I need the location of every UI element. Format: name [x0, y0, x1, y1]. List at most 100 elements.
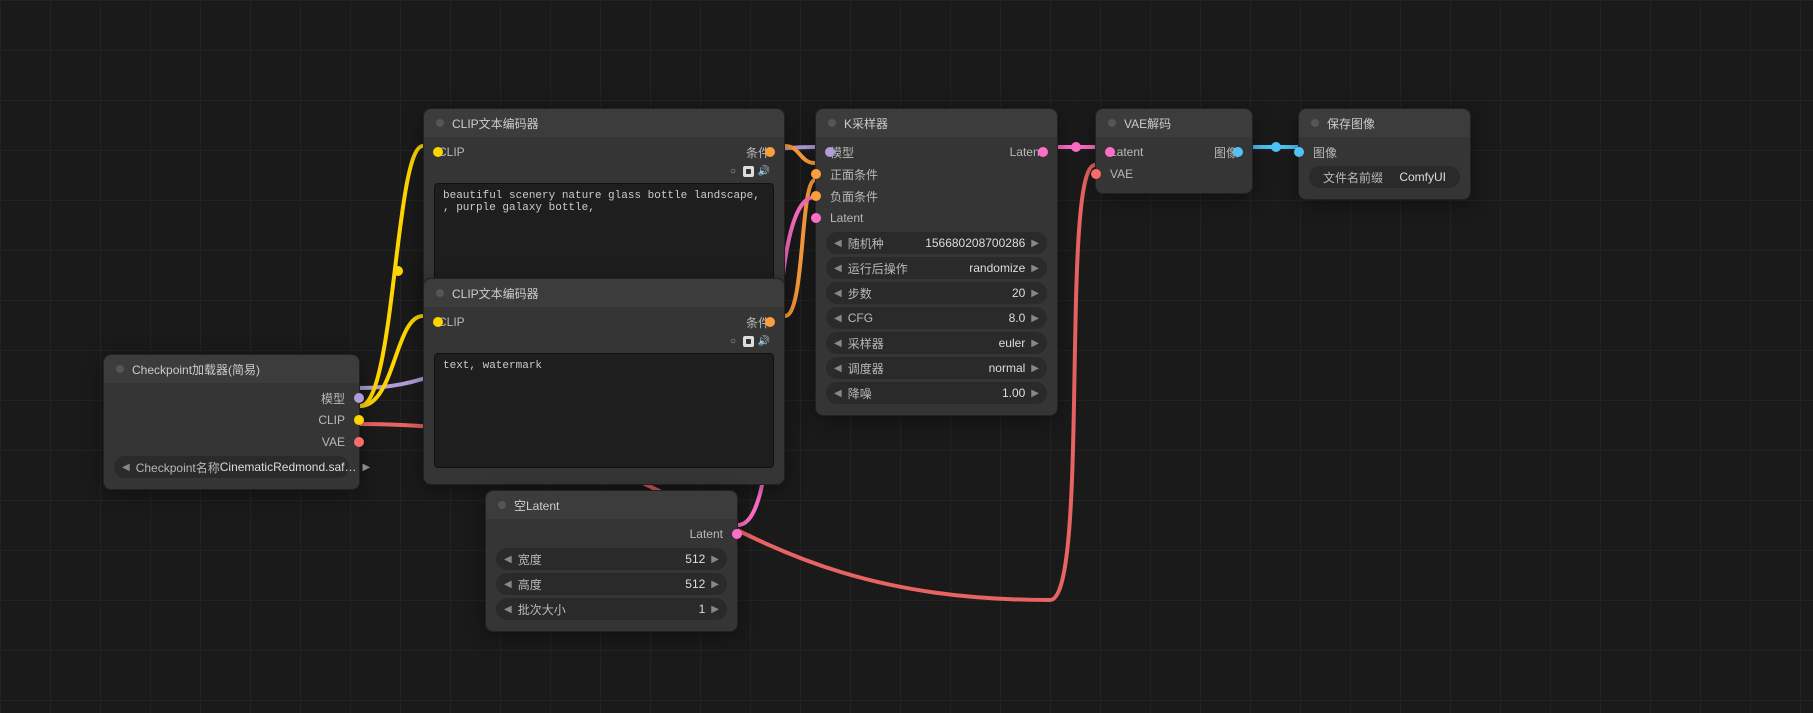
node-title: K采样器	[844, 115, 888, 132]
collapse-dot-icon[interactable]	[436, 119, 444, 127]
node-clip-text-encode-negative[interactable]: CLIP文本编码器 CLIP 条件 ○ 🔊 text, watermark	[423, 278, 785, 485]
port-icon[interactable]	[354, 415, 364, 425]
node-header[interactable]: 保存图像	[1299, 109, 1470, 137]
prev-arrow-icon[interactable]: ◀	[122, 462, 130, 473]
ksampler-widget-5[interactable]: ◀调度器normal▶	[826, 357, 1047, 379]
prev-arrow-icon[interactable]: ◀	[504, 579, 512, 590]
port-icon[interactable]	[811, 191, 821, 201]
prev-arrow-icon[interactable]: ◀	[834, 388, 842, 399]
ksampler-widget-3[interactable]: ◀CFG8.0▶	[826, 307, 1047, 329]
node-checkpoint-loader[interactable]: Checkpoint加载器(简易) 模型 CLIP VAE ◀ Checkpoi…	[103, 354, 360, 490]
input-image-slot[interactable]: 图像	[1299, 141, 1470, 163]
output-conditioning-slot[interactable]: 条件	[746, 314, 770, 331]
output-latent-slot[interactable]: Latent	[486, 523, 737, 545]
input-clip-slot[interactable]: CLIP	[438, 315, 465, 329]
prev-arrow-icon[interactable]: ◀	[834, 238, 842, 249]
input-negative-slot[interactable]: 负面条件	[816, 185, 1057, 207]
output-latent-slot[interactable]: Latent	[1010, 145, 1043, 159]
port-icon[interactable]	[1294, 147, 1304, 157]
speaker-icon[interactable]: 🔊	[758, 335, 770, 347]
node-header[interactable]: CLIP文本编码器	[424, 109, 784, 137]
input-clip-slot[interactable]: CLIP	[438, 145, 465, 159]
next-arrow-icon[interactable]: ▶	[362, 462, 370, 473]
node-empty-latent[interactable]: 空Latent Latent ◀宽度512▶ ◀高度512▶ ◀批次大小1▶	[485, 490, 738, 632]
empty-latent-widget-0[interactable]: ◀宽度512▶	[496, 548, 727, 570]
next-arrow-icon[interactable]: ▶	[1031, 338, 1039, 349]
port-icon[interactable]	[1233, 147, 1243, 157]
node-header[interactable]: K采样器	[816, 109, 1057, 137]
next-arrow-icon[interactable]: ▶	[1031, 363, 1039, 374]
port-icon[interactable]	[1038, 147, 1048, 157]
prev-arrow-icon[interactable]: ◀	[834, 313, 842, 324]
next-arrow-icon[interactable]: ▶	[1031, 238, 1039, 249]
port-icon[interactable]	[825, 147, 835, 157]
ksampler-widget-2[interactable]: ◀步数20▶	[826, 282, 1047, 304]
next-arrow-icon[interactable]: ▶	[711, 554, 719, 565]
input-model-slot[interactable]: 模型	[830, 144, 854, 161]
prev-arrow-icon[interactable]: ◀	[834, 363, 842, 374]
collapse-dot-icon[interactable]	[436, 289, 444, 297]
input-latent-slot[interactable]: Latent	[1110, 145, 1143, 159]
next-arrow-icon[interactable]: ▶	[1031, 288, 1039, 299]
next-arrow-icon[interactable]: ▶	[1031, 263, 1039, 274]
port-icon[interactable]	[732, 529, 742, 539]
port-icon[interactable]	[354, 393, 364, 403]
ksampler-widget-1[interactable]: ◀运行后操作randomize▶	[826, 257, 1047, 279]
port-icon[interactable]	[433, 317, 443, 327]
prev-arrow-icon[interactable]: ◀	[504, 604, 512, 615]
node-header[interactable]: CLIP文本编码器	[424, 279, 784, 307]
empty-latent-widget-2[interactable]: ◀批次大小1▶	[496, 598, 727, 620]
port-icon[interactable]	[354, 437, 364, 447]
speaker-icon[interactable]: 🔊	[758, 165, 770, 177]
next-arrow-icon[interactable]: ▶	[1031, 388, 1039, 399]
next-arrow-icon[interactable]: ▶	[711, 604, 719, 615]
checkpoint-name-widget[interactable]: ◀ Checkpoint名称 CinematicRedmond.saf… ▶	[114, 456, 349, 478]
prev-arrow-icon[interactable]: ◀	[834, 338, 842, 349]
circle-icon[interactable]: ○	[727, 335, 739, 347]
prev-arrow-icon[interactable]: ◀	[504, 554, 512, 565]
input-positive-slot[interactable]: 正面条件	[816, 163, 1057, 185]
filename-prefix-widget[interactable]: 文件名前缀 ComfyUI	[1309, 166, 1460, 188]
prompt-textarea[interactable]: beautiful scenery nature glass bottle la…	[434, 183, 774, 283]
node-save-image[interactable]: 保存图像 图像 文件名前缀 ComfyUI	[1298, 108, 1471, 200]
output-clip-slot[interactable]: CLIP	[104, 409, 359, 431]
next-arrow-icon[interactable]: ▶	[711, 579, 719, 590]
input-vae-slot[interactable]: VAE	[1096, 163, 1252, 185]
collapse-dot-icon[interactable]	[1108, 119, 1116, 127]
collapse-dot-icon[interactable]	[828, 119, 836, 127]
collapse-dot-icon[interactable]	[116, 365, 124, 373]
ksampler-widget-6[interactable]: ◀降噪1.00▶	[826, 382, 1047, 404]
port-icon[interactable]	[1091, 169, 1101, 179]
output-conditioning-slot[interactable]: 条件	[746, 144, 770, 161]
output-toggles[interactable]: ○ 🔊	[727, 165, 770, 177]
node-clip-text-encode-positive[interactable]: CLIP文本编码器 CLIP 条件 ○ 🔊 beautiful scenery …	[423, 108, 785, 300]
prev-arrow-icon[interactable]: ◀	[834, 288, 842, 299]
ksampler-widget-4[interactable]: ◀采样器euler▶	[826, 332, 1047, 354]
port-icon[interactable]	[433, 147, 443, 157]
collapse-dot-icon[interactable]	[498, 501, 506, 509]
port-icon[interactable]	[811, 213, 821, 223]
circle-icon[interactable]: ○	[727, 165, 739, 177]
checkbox-icon[interactable]	[743, 336, 754, 347]
ksampler-widget-0[interactable]: ◀随机种156680208700286▶	[826, 232, 1047, 254]
node-ksampler[interactable]: K采样器 模型 Latent 正面条件 负面条件 Latent ◀随机种1566…	[815, 108, 1058, 416]
node-vae-decode[interactable]: VAE解码 Latent 图像 VAE	[1095, 108, 1253, 194]
port-icon[interactable]	[811, 169, 821, 179]
node-header[interactable]: Checkpoint加载器(简易)	[104, 355, 359, 383]
node-header[interactable]: VAE解码	[1096, 109, 1252, 137]
output-image-slot[interactable]: 图像	[1214, 144, 1238, 161]
output-vae-slot[interactable]: VAE	[104, 431, 359, 453]
node-header[interactable]: 空Latent	[486, 491, 737, 519]
collapse-dot-icon[interactable]	[1311, 119, 1319, 127]
empty-latent-widget-1[interactable]: ◀高度512▶	[496, 573, 727, 595]
port-icon[interactable]	[765, 147, 775, 157]
prompt-textarea[interactable]: text, watermark	[434, 353, 774, 468]
checkbox-icon[interactable]	[743, 166, 754, 177]
output-model-slot[interactable]: 模型	[104, 387, 359, 409]
port-icon[interactable]	[1105, 147, 1115, 157]
prev-arrow-icon[interactable]: ◀	[834, 263, 842, 274]
input-latent-slot[interactable]: Latent	[816, 207, 1057, 229]
port-icon[interactable]	[765, 317, 775, 327]
output-toggles[interactable]: ○ 🔊	[727, 335, 770, 347]
next-arrow-icon[interactable]: ▶	[1031, 313, 1039, 324]
